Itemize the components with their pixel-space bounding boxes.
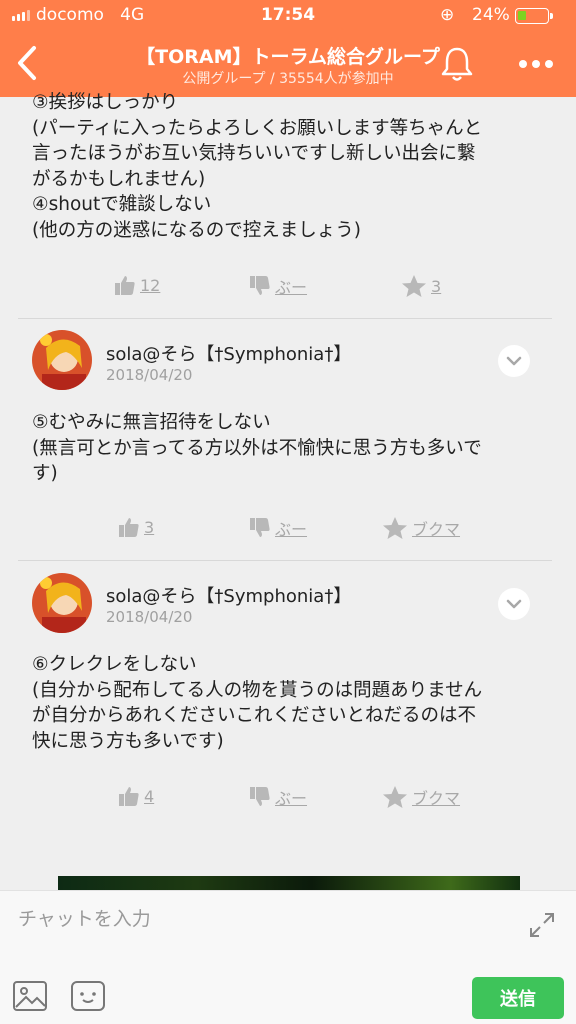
favorite-count: 3 (431, 276, 442, 296)
thumbs-up-icon (115, 276, 135, 295)
sticker-button[interactable] (70, 979, 106, 1013)
star-icon (402, 275, 426, 297)
image-attach-button[interactable] (12, 979, 48, 1013)
post-actions: 3 ぶー ブクマ (0, 516, 576, 546)
like-count: 3 (144, 517, 155, 537)
thumbs-down-icon (250, 276, 270, 295)
chevron-down-icon (506, 356, 522, 366)
post-date: 2018/04/20 (106, 608, 193, 626)
notification-button[interactable] (438, 44, 476, 84)
divider (18, 560, 552, 561)
bookmark-button[interactable]: ブクマ (382, 516, 460, 540)
thumbs-up-icon (119, 787, 139, 806)
like-button[interactable]: 3 (118, 516, 154, 538)
image-icon (13, 981, 47, 1011)
like-button[interactable]: 4 (118, 785, 154, 807)
sticker-icon (71, 981, 105, 1011)
send-button[interactable]: 送信 (472, 977, 564, 1019)
post-body: ⑥クレクレをしない (自分から配布してる人の物を貰うのは問題ありません が自分か… (32, 654, 483, 752)
like-count: 4 (144, 786, 155, 806)
battery-percent: 24% (472, 5, 510, 25)
boo-label: ぶー (275, 278, 308, 297)
bookmark-label: ブクマ (412, 520, 461, 539)
back-chevron-icon (18, 46, 36, 80)
post-body: ③挨拶はしっかり (パーティに入ったらよろしくお願いします等ちゃんと 言ったほう… (32, 92, 483, 241)
chevron-down-icon (506, 599, 522, 609)
star-icon (383, 517, 407, 539)
post-menu-button[interactable] (498, 588, 530, 620)
thumbs-down-icon (250, 787, 270, 806)
divider (18, 318, 552, 319)
avatar[interactable] (32, 330, 92, 390)
bookmark-button[interactable]: ブクマ (382, 785, 460, 809)
boo-label: ぶー (275, 520, 308, 539)
thumbs-down-icon (250, 518, 270, 537)
like-count: 12 (140, 275, 161, 295)
rotation-lock-icon: ⊕ (440, 5, 455, 25)
more-icon (519, 60, 527, 68)
back-button[interactable] (8, 38, 48, 88)
chat-input[interactable] (18, 901, 508, 937)
post-actions: 12 ぶー 3 (0, 274, 576, 304)
post-actions: 4 ぶー ブクマ (0, 785, 576, 815)
thumbs-up-icon (119, 518, 139, 537)
user-name[interactable]: sola@そら【†Symphonia†】 (106, 582, 351, 608)
chat-composer: 送信 (0, 890, 576, 1024)
user-name[interactable]: sola@そら【†Symphonia†】 (106, 340, 351, 366)
star-icon (383, 786, 407, 808)
bookmark-label: ブクマ (412, 789, 461, 808)
post-body: ⑤むやみに無言招待をしない (無言可とか言ってる方以外は不愉快に思う方も多いで … (32, 412, 482, 484)
expand-button[interactable] (526, 909, 558, 941)
post-menu-button[interactable] (498, 345, 530, 377)
avatar[interactable] (32, 573, 92, 633)
battery-icon (515, 8, 553, 24)
like-button[interactable]: 12 (114, 274, 160, 296)
status-bar: docomo 4G 17:54 ⊕ 24% (0, 0, 576, 30)
boo-button[interactable]: ぶー (249, 516, 307, 540)
boo-label: ぶー (275, 789, 308, 808)
expand-icon (530, 913, 554, 937)
boo-button[interactable]: ぶー (249, 785, 307, 809)
app-header: docomo 4G 17:54 ⊕ 24% 【TORAM】トーラム総合グループ … (0, 0, 576, 97)
post-date: 2018/04/20 (106, 366, 193, 384)
boo-button[interactable]: ぶー (249, 274, 307, 298)
bell-icon (441, 47, 473, 81)
favorite-button[interactable]: 3 (401, 274, 441, 298)
more-button[interactable] (514, 54, 558, 74)
